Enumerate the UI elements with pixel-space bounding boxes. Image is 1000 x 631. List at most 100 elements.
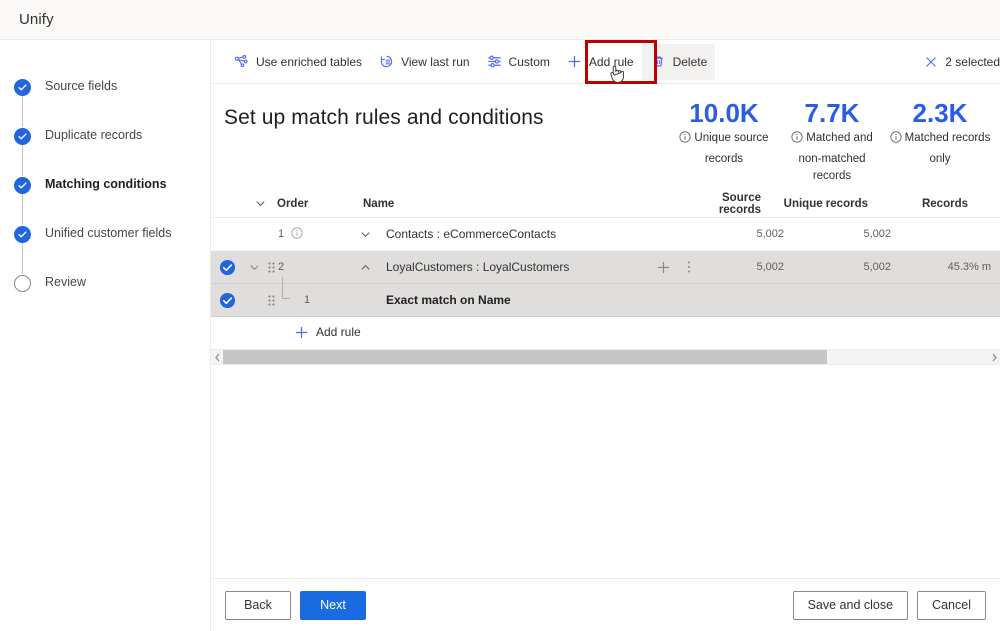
kpi-caption: Unique source — [670, 130, 778, 149]
table-subrow[interactable]: 1 Exact match on Name — [211, 277, 1000, 317]
inline-add-rule-button[interactable]: Add rule — [211, 317, 1000, 347]
add-rule-button[interactable]: Add rule — [558, 44, 642, 80]
row-more-menu[interactable] — [678, 260, 700, 274]
kpi-matched-records-only: 2.3K Matched records only — [886, 98, 994, 168]
match-rules-table: Order Name Source records Unique records… — [211, 190, 1000, 365]
row-order-value: 1 — [278, 228, 285, 240]
column-header-order[interactable]: Order — [277, 198, 363, 210]
row-drag-handle[interactable] — [264, 261, 278, 274]
kpi-caption-line2: only — [929, 153, 951, 165]
scroll-right-arrow[interactable] — [988, 353, 1000, 362]
sidebar-item-matching-conditions[interactable]: Matching conditions — [14, 176, 210, 225]
selection-count-label: 2 selected — [945, 55, 1000, 69]
close-icon[interactable] — [924, 55, 938, 69]
delete-button[interactable]: Delete — [641, 43, 716, 80]
sidebar-item-label: Duplicate records — [45, 128, 143, 142]
command-bar: Use enriched tables View last run Custom… — [211, 40, 1000, 84]
scrollbar-thumb[interactable] — [223, 350, 828, 364]
column-header-records[interactable]: Records — [868, 198, 968, 210]
step-connector — [22, 145, 23, 176]
subrow-checkbox[interactable] — [211, 292, 244, 309]
check-circle-icon — [14, 128, 31, 145]
row-records: 45.3% m — [947, 261, 991, 273]
custom-label: Custom — [508, 54, 550, 69]
next-button[interactable]: Next — [300, 590, 366, 620]
unify-match-rules-page: Unify Source fields Duplicate records Ma… — [0, 0, 1000, 631]
back-button[interactable]: Back — [225, 590, 291, 620]
kpi-caption: Matched records — [886, 130, 994, 149]
use-enriched-tables-label: Use enriched tables — [256, 54, 363, 69]
delete-label: Delete — [672, 54, 708, 69]
step-connector — [22, 194, 23, 225]
kpi-summary: 10.0K Unique source records 7.7K Matched… — [670, 98, 994, 185]
info-icon[interactable] — [291, 226, 303, 242]
empty-circle-icon — [14, 275, 31, 292]
kpi-caption-line1: Unique source — [694, 132, 769, 144]
check-circle-icon — [14, 79, 31, 96]
row-source-records: 5,002 — [756, 228, 784, 240]
history-icon — [378, 53, 395, 70]
row-unique-records: 5,002 — [863, 261, 891, 273]
table-row[interactable]: 1 Contacts : eCommerceContacts 5,002 5,0… — [211, 218, 1000, 251]
page-header-area: Set up match rules and conditions 10.0K … — [211, 84, 1000, 190]
kpi-caption-line1: Matched and — [806, 132, 873, 144]
add-rule-label: Add rule — [588, 54, 634, 69]
trash-icon — [650, 53, 667, 70]
row-name: Contacts : eCommerceContacts — [386, 227, 557, 241]
kpi-value: 2.3K — [912, 98, 968, 128]
row-unique-records: 5,002 — [863, 228, 891, 240]
save-and-close-button[interactable]: Save and close — [792, 590, 909, 620]
kpi-caption-line1: Matched records — [904, 132, 991, 144]
custom-button[interactable]: Custom — [478, 44, 558, 80]
column-header-source-records[interactable]: Source records — [677, 192, 761, 216]
row-order-value: 2 — [278, 261, 285, 273]
use-enriched-tables-button[interactable]: Use enriched tables — [225, 44, 370, 80]
sliders-icon — [486, 53, 503, 70]
scroll-left-arrow[interactable] — [211, 353, 223, 362]
kpi-matched-and-non-matched-records: 7.7K Matched and non-matched records — [778, 98, 886, 185]
sidebar-item-label: Source fields — [45, 79, 118, 93]
sidebar-item-label: Unified customer fields — [45, 226, 172, 240]
sidebar-item-label: Matching conditions — [45, 177, 167, 191]
tree-elbow-connector — [278, 277, 304, 311]
sidebar-item-label: Review — [45, 275, 86, 289]
row-add-condition-button[interactable] — [648, 260, 678, 275]
row-order-cell: 1 — [278, 226, 344, 242]
check-circle-icon — [14, 177, 31, 194]
table-row[interactable]: 2 LoyalCustomers : LoyalCustomers 5,002 … — [211, 251, 1000, 284]
scrollbar-track[interactable] — [223, 350, 988, 364]
row-collapse-toggle[interactable] — [344, 262, 386, 273]
page-title: Set up match rules and conditions — [224, 106, 544, 129]
cancel-button[interactable]: Cancel — [917, 590, 986, 620]
kpi-value: 7.7K — [804, 98, 860, 128]
kpi-caption: Matched and — [778, 130, 886, 149]
app-title: Unify — [19, 11, 54, 28]
collapse-all-toggle[interactable] — [244, 198, 277, 209]
row-checkbox[interactable] — [211, 259, 244, 276]
sidebar-item-duplicate-records[interactable]: Duplicate records — [14, 127, 210, 176]
row-expand-toggle[interactable] — [344, 229, 386, 240]
enriched-tables-icon — [233, 53, 250, 70]
sidebar-item-review[interactable]: Review — [14, 274, 210, 323]
sidebar-item-source-fields[interactable]: Source fields — [14, 78, 210, 127]
subrow-drag-handle[interactable] — [264, 294, 278, 307]
wizard-footer: Back Next Save and close Cancel — [211, 578, 1000, 631]
table-header-row: Order Name Source records Unique records… — [211, 190, 1000, 218]
row-subtree-toggle[interactable] — [244, 262, 264, 273]
kpi-caption-line2: records — [704, 153, 744, 165]
plus-icon — [566, 53, 583, 70]
sidebar-item-unified-customer-fields[interactable]: Unified customer fields — [14, 225, 210, 274]
info-icon[interactable] — [890, 131, 902, 149]
column-header-name[interactable]: Name — [363, 198, 677, 210]
subrow-order-value: 1 — [304, 294, 311, 306]
app-header: Unify — [0, 0, 1000, 40]
info-icon[interactable] — [679, 131, 691, 149]
selection-status[interactable]: 2 selected — [924, 40, 1000, 84]
kpi-caption-line2: non-matched records — [798, 153, 866, 182]
main-content: Use enriched tables View last run Custom… — [211, 40, 1000, 631]
horizontal-scrollbar[interactable] — [211, 349, 1000, 365]
kpi-value: 10.0K — [689, 98, 759, 128]
info-icon[interactable] — [791, 131, 803, 149]
view-last-run-button[interactable]: View last run — [370, 44, 477, 80]
column-header-unique-records[interactable]: Unique records — [761, 198, 868, 210]
